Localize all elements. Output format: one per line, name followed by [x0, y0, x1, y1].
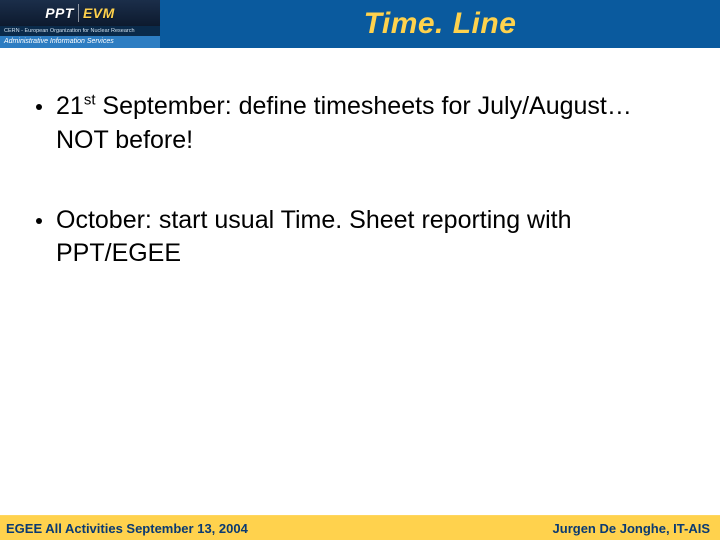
page-title: Time. Line	[364, 7, 517, 41]
logo-cern-line: CERN - European Organization for Nuclear…	[0, 26, 160, 36]
bullet-item: October: start usual Time. Sheet reporti…	[36, 204, 690, 272]
logo-divider-icon	[78, 4, 79, 22]
header-bar: PPT EVM CERN - European Organization for…	[0, 0, 720, 48]
title-wrap: Time. Line	[160, 0, 720, 48]
footer-bar: EGEE All Activities September 13, 2004 J…	[0, 516, 720, 540]
logo-ppt-text: PPT	[45, 5, 74, 21]
ordinal-suffix: st	[84, 92, 96, 109]
bullet-text: 21st September: define timesheets for Ju…	[56, 90, 690, 158]
logo-top: PPT EVM	[0, 0, 160, 26]
bullet-dot-icon	[36, 218, 42, 224]
footer-right-text: Jurgen De Jonghe, IT-AIS	[553, 521, 710, 536]
ordinal-number: 21	[56, 92, 84, 120]
bullet-item: 21st September: define timesheets for Ju…	[36, 90, 690, 158]
bullet-text: October: start usual Time. Sheet reporti…	[56, 204, 690, 272]
slide: PPT EVM CERN - European Organization for…	[0, 0, 720, 540]
logo-block: PPT EVM CERN - European Organization for…	[0, 0, 160, 48]
footer-left-text: EGEE All Activities September 13, 2004	[6, 521, 248, 536]
bullet-dot-icon	[36, 104, 42, 110]
bullet-rest: September: define timesheets for July/Au…	[56, 92, 632, 154]
logo-evm-text: EVM	[83, 5, 115, 21]
logo-admin-line: Administrative Information Services	[0, 36, 160, 48]
slide-body: 21st September: define timesheets for Ju…	[36, 90, 690, 317]
